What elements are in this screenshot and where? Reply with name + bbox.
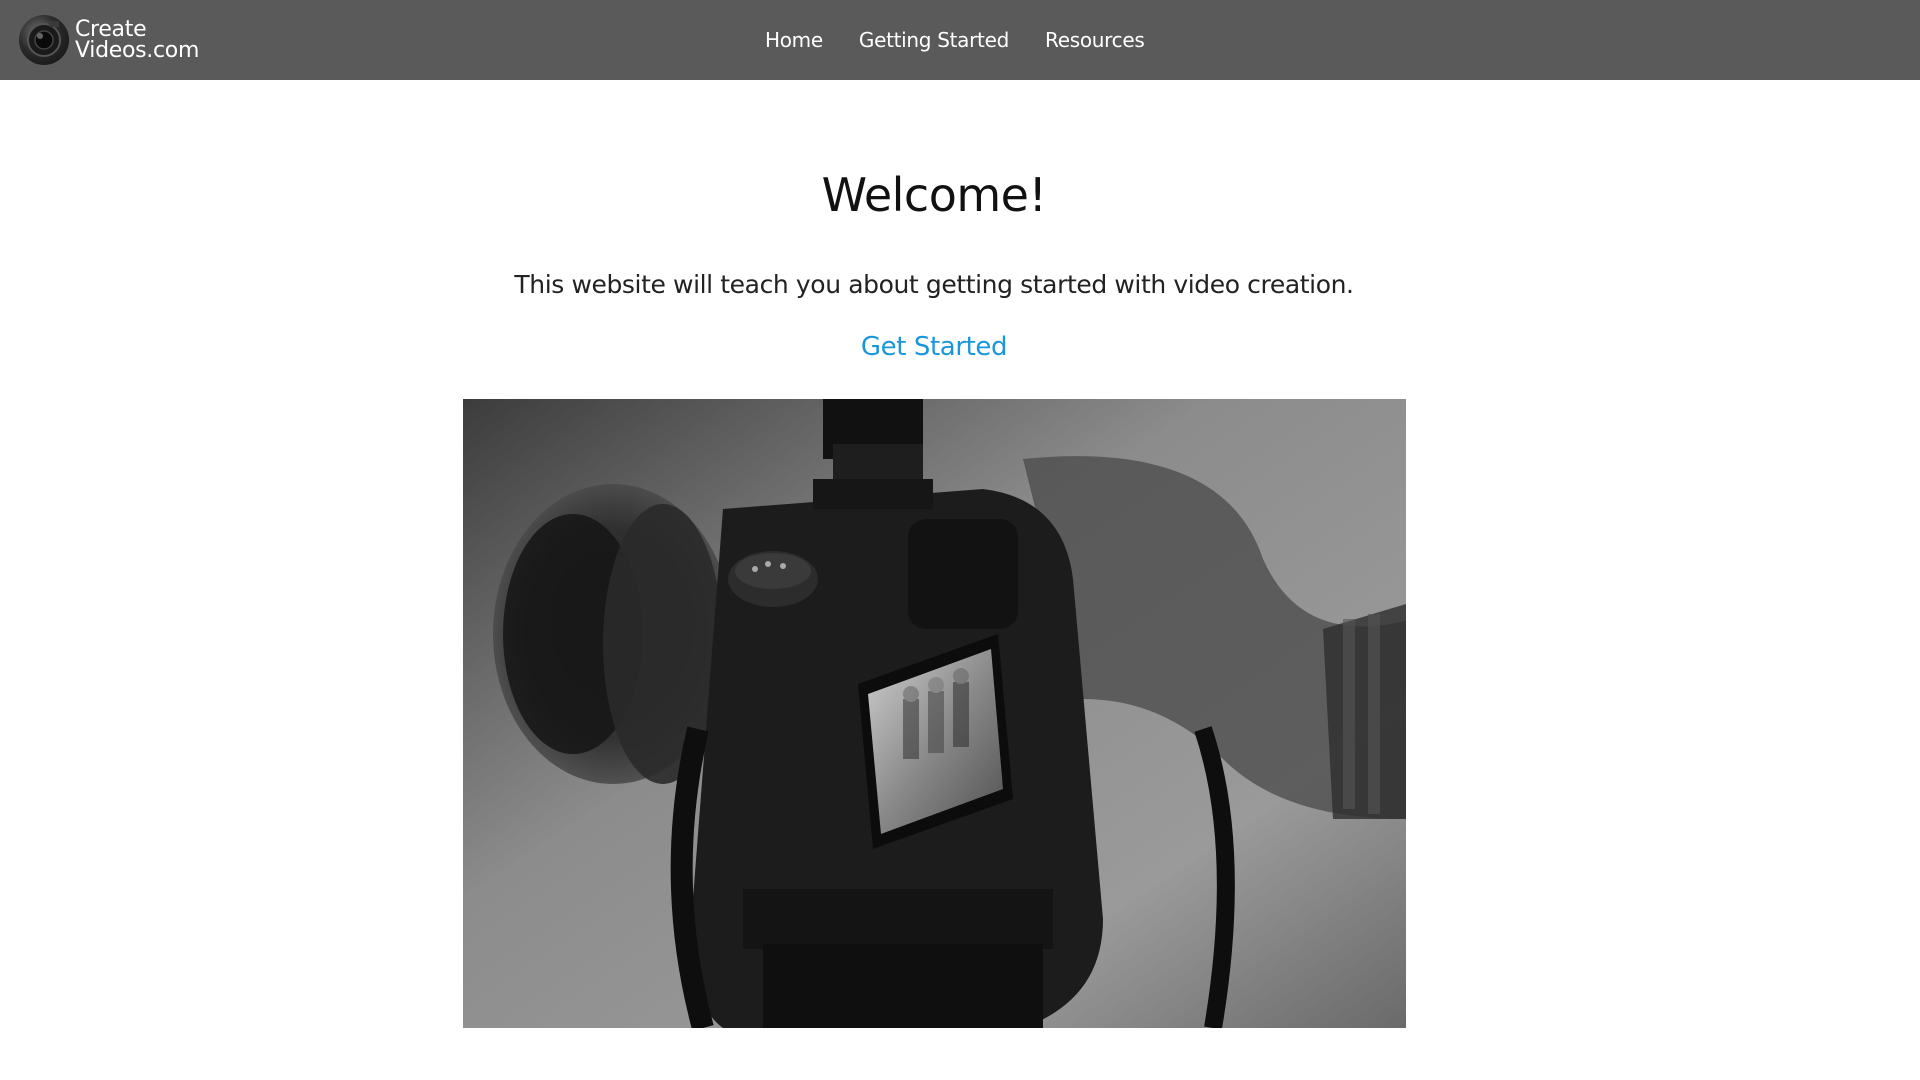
nav-link-home[interactable]: Home	[765, 28, 823, 52]
get-started-link[interactable]: Get Started	[861, 332, 1008, 362]
brand-line-1: Create	[75, 17, 147, 42]
page-title: Welcome!	[821, 168, 1047, 222]
camera-lens-logo-icon	[19, 15, 69, 65]
brand-line-2: Videos.com	[75, 38, 200, 63]
nav-link-getting-started[interactable]: Getting Started	[859, 28, 1009, 52]
cta-container: Get Started	[0, 332, 1868, 362]
nav-link-resources[interactable]: Resources	[1045, 28, 1145, 52]
hero-camera-image	[463, 399, 1406, 1028]
intro-text: This website will teach you about gettin…	[514, 270, 1354, 299]
brand-home-link[interactable]: Create Videos.com	[19, 15, 199, 65]
brand-name: Create Videos.com	[75, 17, 200, 63]
navbar: Create Videos.com Home Getting Started R…	[0, 0, 1920, 80]
nav-links: Home Getting Started Resources	[765, 0, 1180, 80]
